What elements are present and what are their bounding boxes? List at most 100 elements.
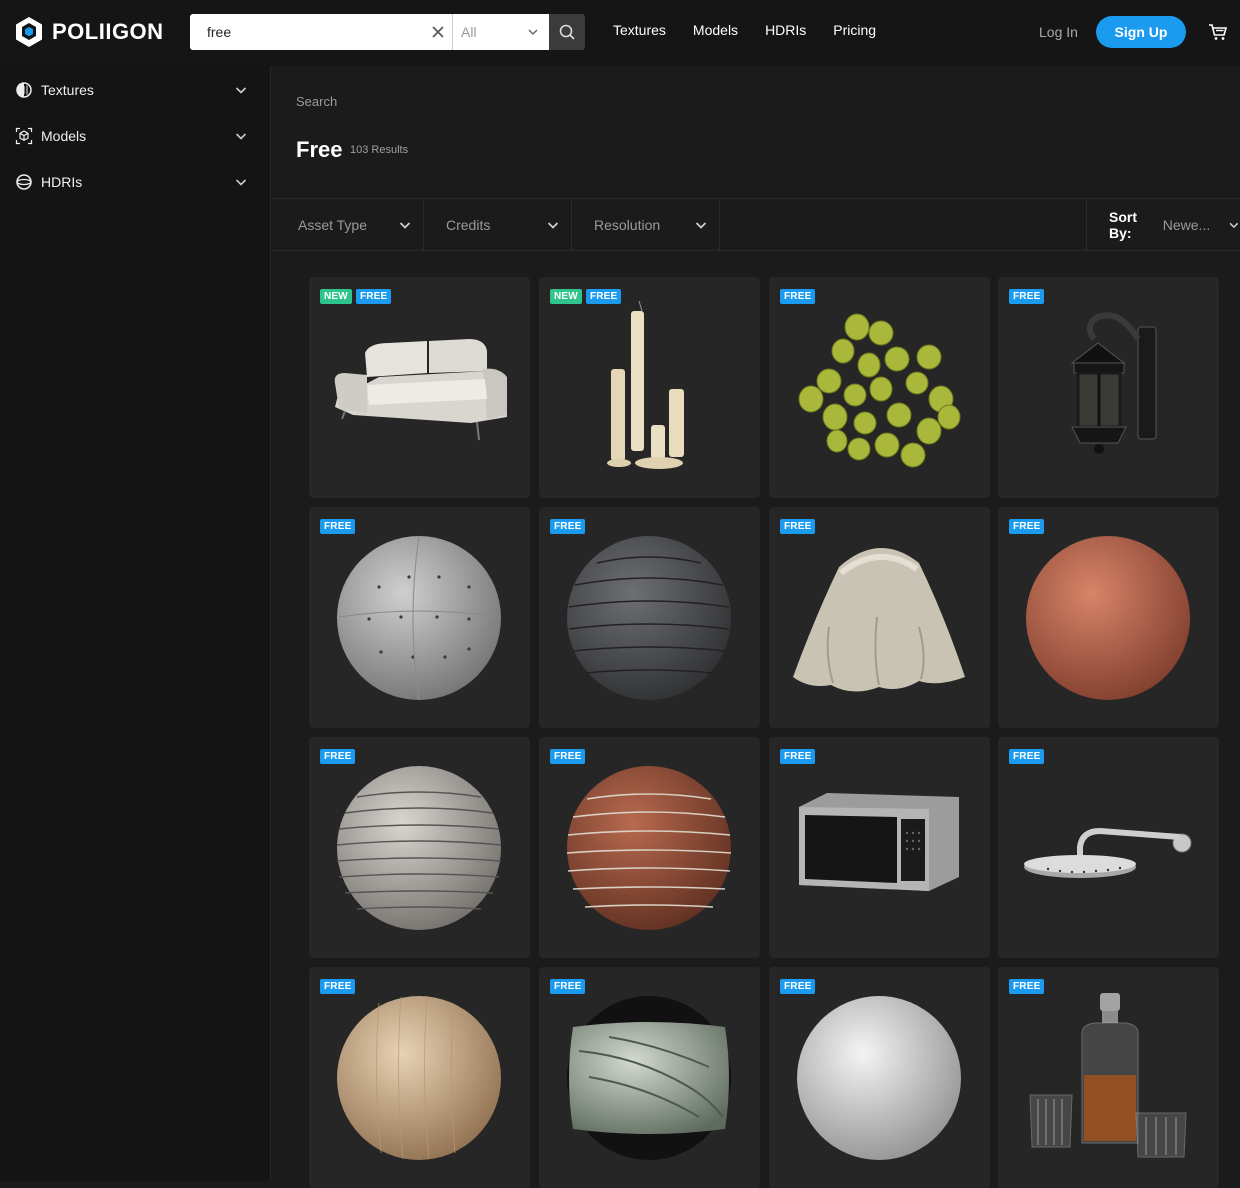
chevron-down-icon xyxy=(695,222,707,229)
asset-card-grapes[interactable]: FREE xyxy=(769,277,990,498)
asset-card-roof-shingles-sphere[interactable]: FREE xyxy=(539,507,760,728)
logo[interactable]: POLIIGON xyxy=(14,16,164,48)
badge-group: FREE xyxy=(1009,749,1045,764)
free-badge: FREE xyxy=(355,289,392,304)
asset-card-wood-veneer-sphere[interactable]: FREE xyxy=(309,967,530,1188)
badge-group: FREE xyxy=(320,519,356,534)
free-badge: FREE xyxy=(1009,979,1045,994)
decanter-glasses-thumbnail xyxy=(1029,993,1187,1158)
free-badge: FREE xyxy=(780,289,816,304)
microwave-thumbnail xyxy=(799,793,959,891)
sort-dropdown[interactable]: Sort By: Newe... xyxy=(1086,199,1240,251)
cart-icon[interactable] xyxy=(1208,22,1228,42)
page-title: Free xyxy=(296,137,343,162)
clear-search-button[interactable] xyxy=(424,14,452,50)
search-button[interactable] xyxy=(549,14,585,50)
asset-card-candles[interactable]: NEW FREE xyxy=(539,277,760,498)
badge-group: FREE xyxy=(1009,289,1045,304)
sort-label: Sort By: xyxy=(1109,209,1137,241)
marble-sphere-thumbnail xyxy=(567,996,731,1160)
free-badge: FREE xyxy=(585,289,622,304)
chevron-down-icon xyxy=(528,29,538,36)
search-type-select[interactable]: All xyxy=(452,14,549,50)
new-badge: NEW xyxy=(320,289,352,304)
signup-button[interactable]: Sign Up xyxy=(1096,16,1186,48)
white-plaster-sphere-thumbnail xyxy=(797,996,961,1160)
free-badge: FREE xyxy=(1009,289,1045,304)
top-nav: Textures Models HDRIs Pricing xyxy=(613,22,876,38)
asset-card-sofa[interactable]: NEW FREE xyxy=(309,277,530,498)
badge-group: FREE xyxy=(550,519,586,534)
free-badge: FREE xyxy=(320,979,356,994)
main-content: Search Free 103 Results Asset Type Credi… xyxy=(272,66,1240,1188)
close-icon xyxy=(432,26,444,38)
filter-resolution[interactable]: Resolution xyxy=(572,199,720,251)
sidebar-item-hdris[interactable]: HDRIs xyxy=(0,159,271,205)
asset-card-lantern[interactable]: FREE xyxy=(998,277,1219,498)
terracotta-sphere-thumbnail xyxy=(1026,536,1190,700)
sidebar-item-label: HDRIs xyxy=(41,174,83,190)
asset-card-decanter-glasses[interactable]: FREE xyxy=(998,967,1219,1188)
badge-group: FREE xyxy=(320,979,356,994)
filter-label: Asset Type xyxy=(298,217,368,233)
free-badge: FREE xyxy=(550,979,586,994)
candles-thumbnail xyxy=(607,300,684,469)
free-badge: FREE xyxy=(320,749,356,764)
free-badge: FREE xyxy=(550,749,586,764)
lantern-thumbnail xyxy=(1070,312,1157,454)
sofa-thumbnail xyxy=(334,339,507,441)
asset-card-brick-sphere[interactable]: FREE xyxy=(539,737,760,958)
filter-asset-type[interactable]: Asset Type xyxy=(272,199,424,251)
asset-card-concrete-sphere[interactable]: FREE xyxy=(309,507,530,728)
chevron-down-icon xyxy=(235,133,247,140)
models-icon xyxy=(15,127,33,145)
asset-card-draped-fabric[interactable]: FREE xyxy=(769,507,990,728)
asset-card-microwave[interactable]: FREE xyxy=(769,737,990,958)
free-badge: FREE xyxy=(1009,749,1045,764)
badge-group: FREE xyxy=(550,979,586,994)
filter-credits[interactable]: Credits xyxy=(424,199,572,251)
nav-hdris[interactable]: HDRIs xyxy=(765,22,806,38)
filter-label: Resolution xyxy=(594,217,661,233)
hdris-icon xyxy=(16,174,32,190)
asset-card-terracotta-sphere[interactable]: FREE xyxy=(998,507,1219,728)
search-bar: All xyxy=(190,14,585,50)
asset-card-marble-sphere[interactable]: FREE xyxy=(539,967,760,1188)
asset-card-white-plaster-sphere[interactable]: FREE xyxy=(769,967,990,1188)
result-count: 103 Results xyxy=(350,144,409,156)
free-badge: FREE xyxy=(780,979,816,994)
login-link[interactable]: Log In xyxy=(1039,24,1078,40)
brick-sphere-thumbnail xyxy=(566,766,732,930)
breadcrumb[interactable]: Search xyxy=(296,94,337,109)
search-input[interactable] xyxy=(190,14,424,50)
chevron-down-icon xyxy=(235,179,247,186)
filter-label: Credits xyxy=(446,217,491,233)
search-icon xyxy=(559,24,575,40)
wood-veneer-sphere-thumbnail xyxy=(337,996,501,1160)
sidebar-item-textures[interactable]: Textures xyxy=(0,67,271,113)
free-badge: FREE xyxy=(550,519,586,534)
chevron-down-icon xyxy=(1229,222,1239,229)
roof-shingles-sphere-thumbnail xyxy=(567,536,731,700)
nav-pricing[interactable]: Pricing xyxy=(833,22,876,38)
sidebar-item-models[interactable]: Models xyxy=(0,113,271,159)
new-badge: NEW xyxy=(550,289,582,304)
chevron-down-icon xyxy=(399,222,411,229)
badge-group: FREE xyxy=(780,979,816,994)
badge-group: FREE xyxy=(320,749,356,764)
badge-group: NEW FREE xyxy=(550,289,622,304)
nav-textures[interactable]: Textures xyxy=(613,22,666,38)
asset-card-shower-head[interactable]: FREE xyxy=(998,737,1219,958)
asset-card-wood-planks-sphere[interactable]: FREE xyxy=(309,737,530,958)
chevron-down-icon xyxy=(235,87,247,94)
sidebar-item-label: Models xyxy=(41,128,87,144)
nav-models[interactable]: Models xyxy=(693,22,738,38)
free-badge: FREE xyxy=(780,749,816,764)
sidebar-item-label: Textures xyxy=(41,82,94,98)
logo-icon xyxy=(16,17,42,47)
badge-group: FREE xyxy=(780,519,816,534)
badge-group: FREE xyxy=(1009,979,1045,994)
free-badge: FREE xyxy=(780,519,816,534)
badge-group: FREE xyxy=(780,749,816,764)
grapes-thumbnail xyxy=(798,313,961,468)
